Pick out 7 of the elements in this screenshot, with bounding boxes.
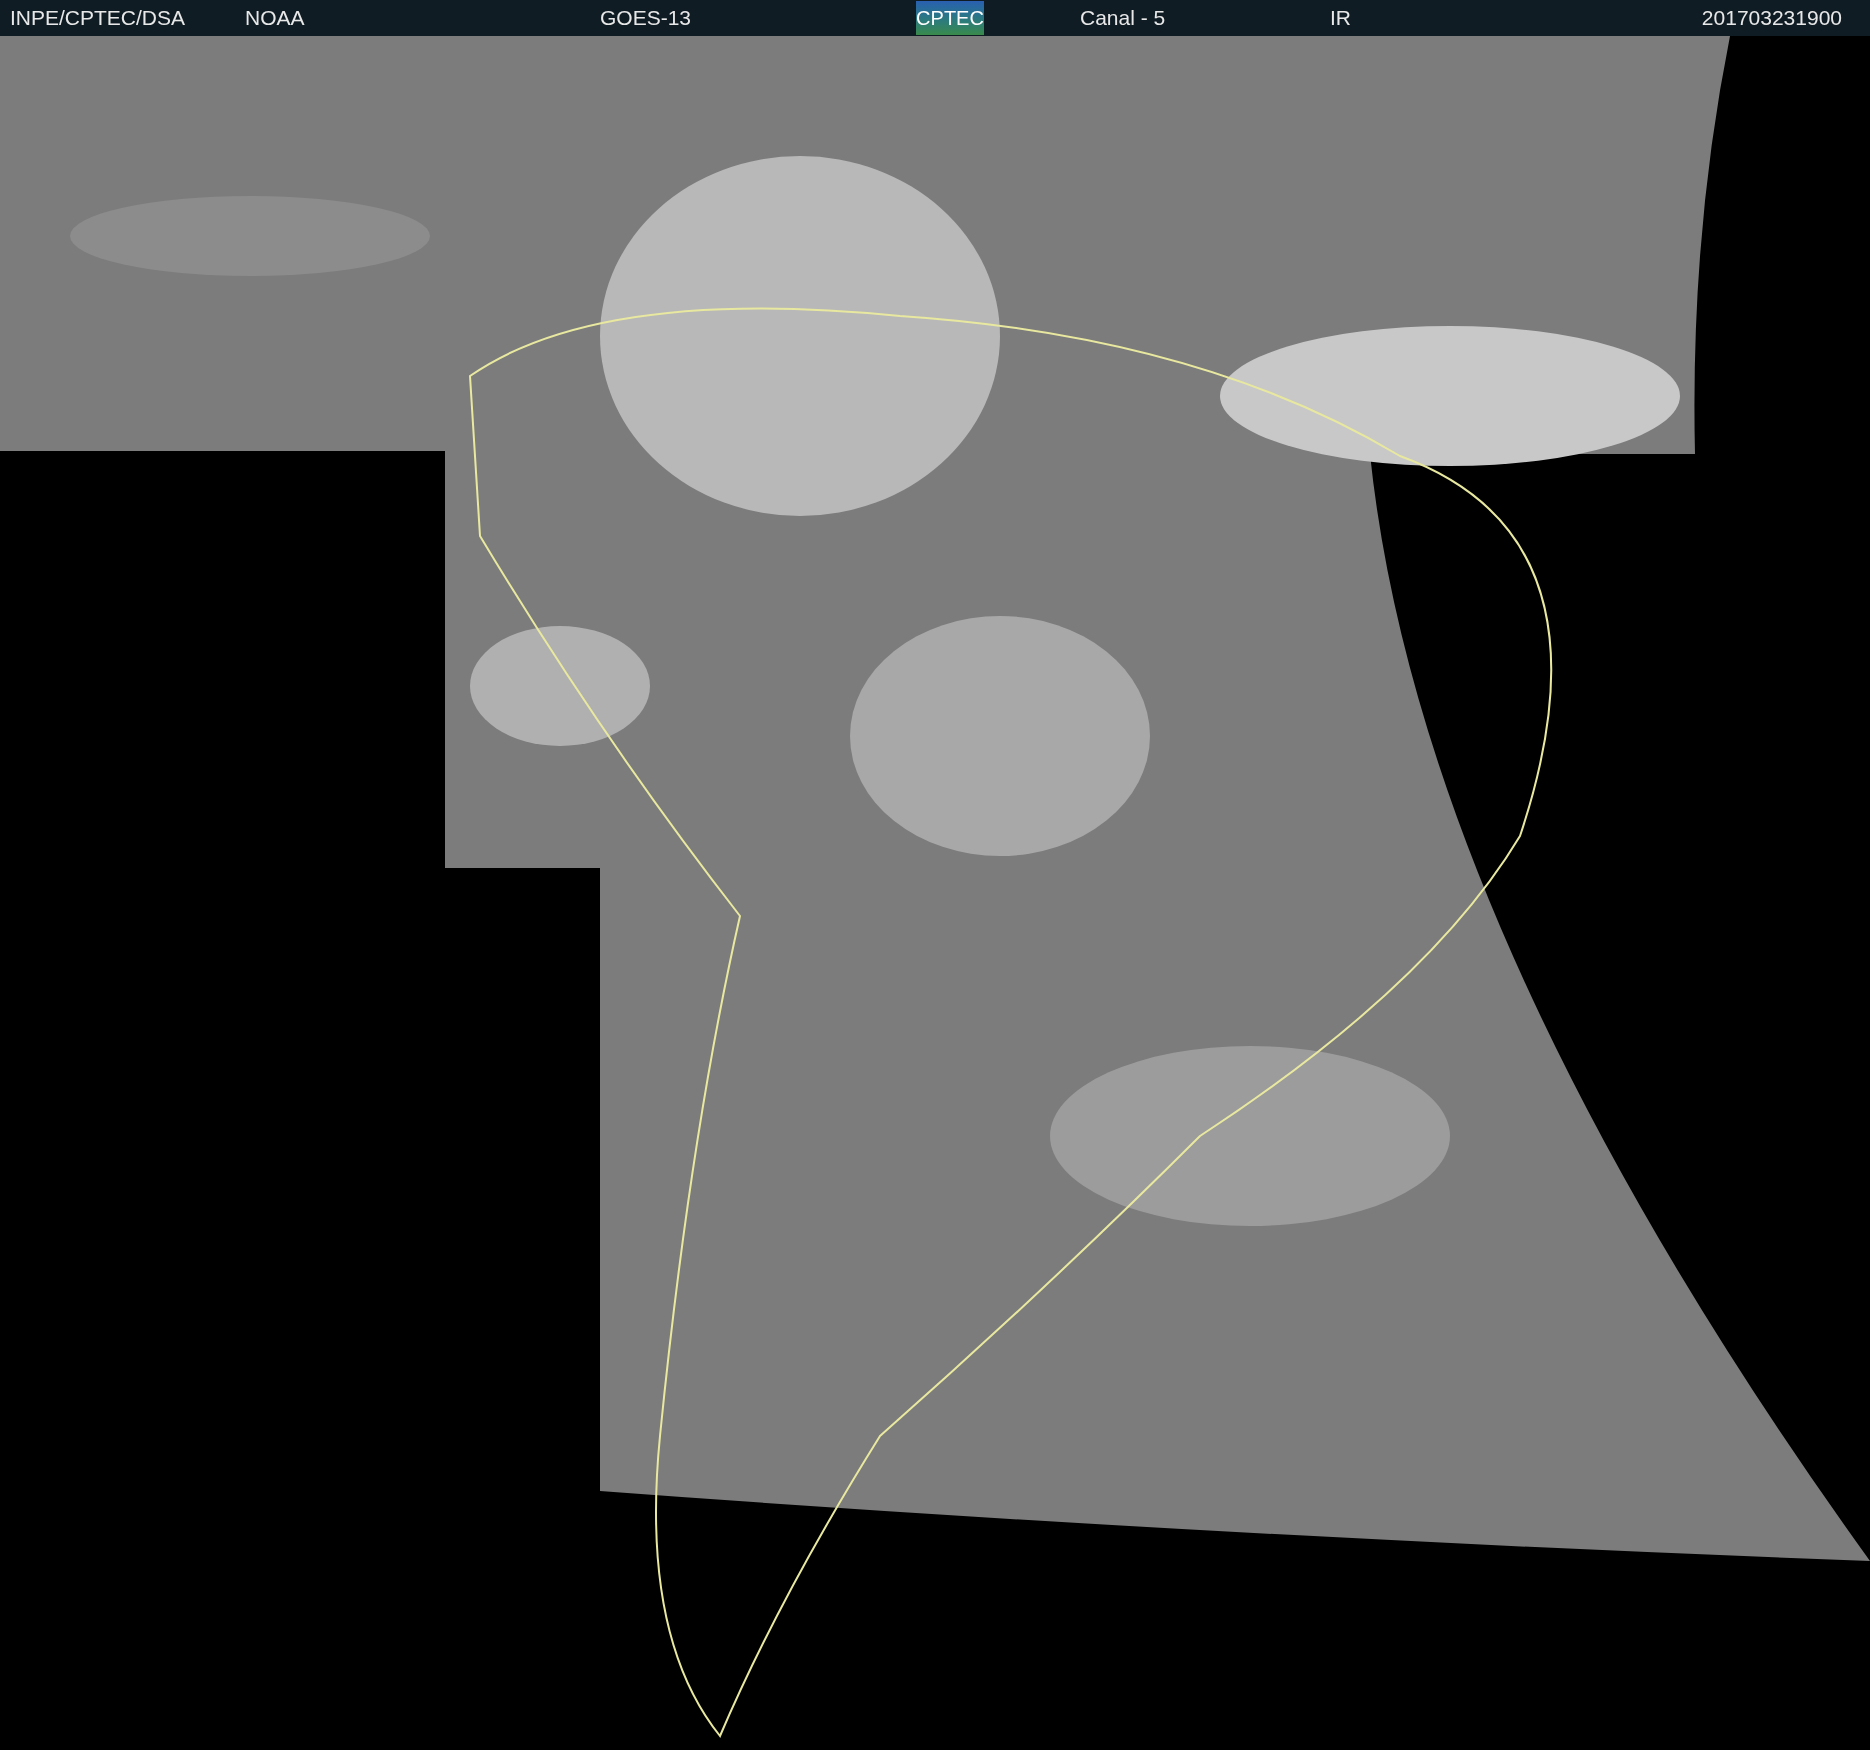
band-label: IR bbox=[1330, 5, 1352, 32]
agency-label: NOAA bbox=[245, 5, 306, 32]
channel-label: Canal - 5 bbox=[1080, 5, 1167, 32]
logo: CPTEC bbox=[916, 1, 984, 35]
satellite-label: GOES-13 bbox=[600, 5, 693, 32]
timestamp-label: 201703231900 bbox=[1701, 5, 1843, 32]
source-label: INPE/CPTEC/DSA bbox=[10, 5, 187, 32]
